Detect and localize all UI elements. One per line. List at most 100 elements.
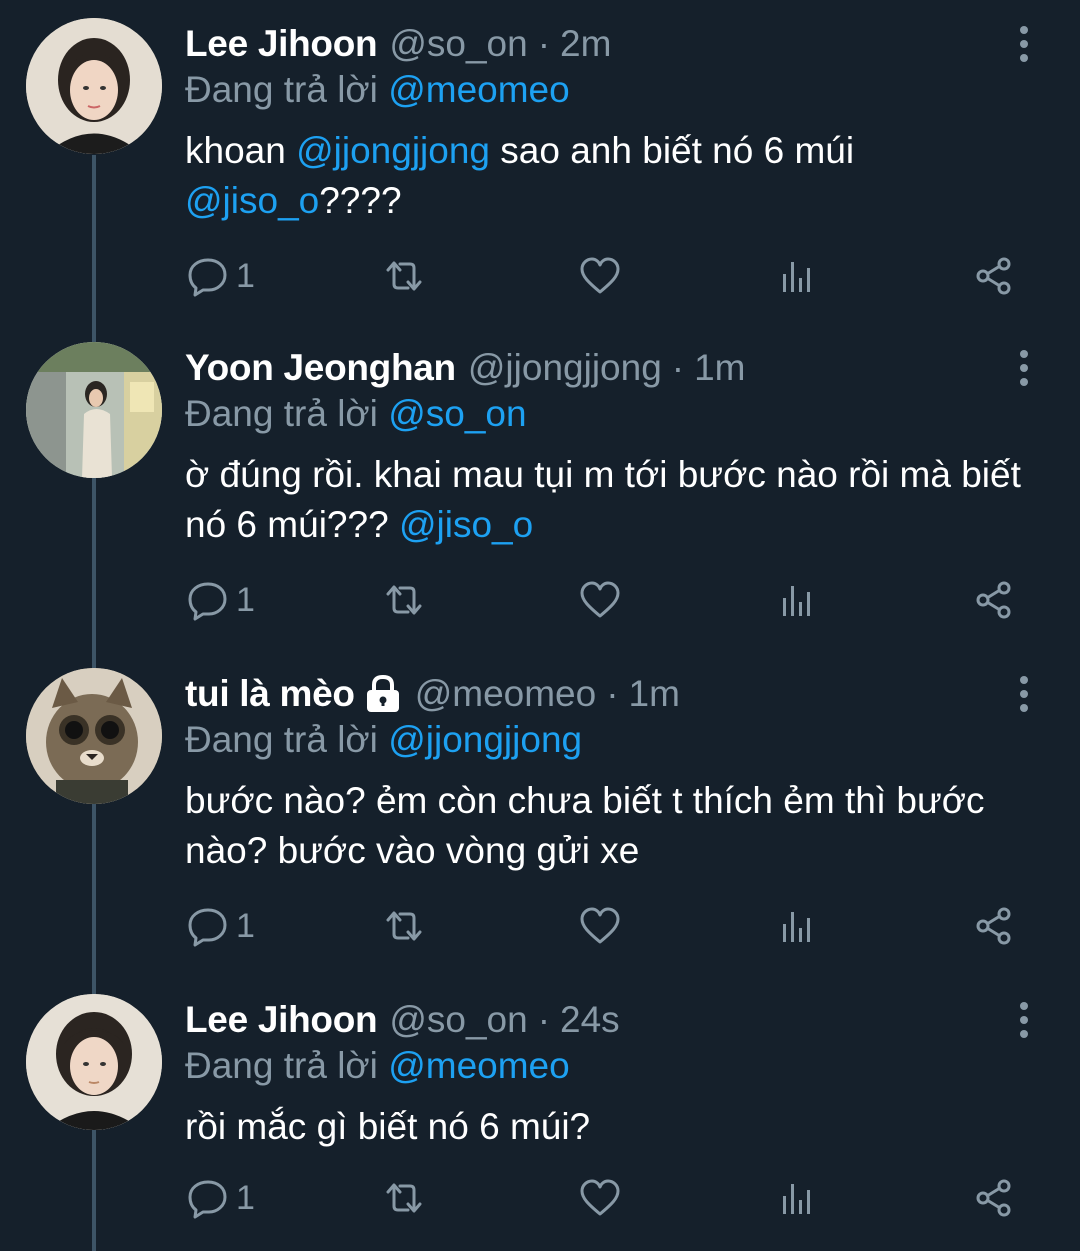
- share-button[interactable]: [972, 904, 1016, 948]
- action-bar: 1: [0, 904, 1080, 964]
- replying-to-mention[interactable]: @meomeo: [388, 1045, 570, 1086]
- timestamp[interactable]: 1m: [694, 342, 745, 394]
- analytics-icon: [783, 586, 810, 616]
- retweet-icon: [386, 1183, 422, 1213]
- share-button[interactable]: [972, 1176, 1016, 1220]
- separator: ·: [537, 23, 551, 64]
- tweet-text: rồi mắc gì biết nó 6 múi?: [185, 1102, 1055, 1152]
- handle[interactable]: @jjongjjong: [468, 342, 662, 394]
- share-button[interactable]: [972, 578, 1016, 622]
- tweet-header: Lee Jihoon @so_on · 2m: [185, 18, 611, 70]
- reply-count: 1: [236, 1178, 255, 1217]
- avatar[interactable]: [26, 994, 162, 1130]
- retweet-button[interactable]: [382, 1176, 426, 1220]
- analytics-button[interactable]: [774, 578, 818, 622]
- avatar-photo: [26, 342, 162, 478]
- replying-to: Đang trả lời @meomeo: [185, 1040, 570, 1092]
- tweet-text: khoan @jjongjjong sao anh biết nó 6 múi …: [185, 126, 1055, 226]
- retweet-button[interactable]: [382, 578, 426, 622]
- like-button[interactable]: [578, 254, 622, 298]
- reply-button[interactable]: 1: [186, 254, 255, 298]
- mention-link[interactable]: @jiso_o: [399, 504, 533, 545]
- replying-to-mention[interactable]: @so_on: [388, 393, 526, 434]
- display-name[interactable]: Yoon Jeonghan: [185, 342, 456, 394]
- reply-icon: [188, 908, 227, 947]
- replying-to-label: Đang trả lời: [185, 69, 378, 110]
- heart-icon: [580, 581, 620, 618]
- more-vertical-icon[interactable]: [1010, 348, 1038, 388]
- replying-to-mention[interactable]: @jjongjjong: [388, 719, 582, 760]
- analytics-icon: [783, 1184, 810, 1214]
- retweet-icon: [386, 911, 422, 941]
- avatar-photo: [26, 994, 162, 1130]
- share-icon: [976, 1179, 1011, 1217]
- like-button[interactable]: [578, 578, 622, 622]
- retweet-icon: [386, 585, 422, 615]
- lock-icon: [363, 674, 403, 714]
- reply-icon: [188, 582, 227, 621]
- display-name[interactable]: Lee Jihoon: [185, 994, 378, 1046]
- tweet-header: tui là mèo @meomeo · 1m: [185, 668, 680, 720]
- more-vertical-icon[interactable]: [1010, 1000, 1038, 1040]
- analytics-button[interactable]: [774, 1176, 818, 1220]
- display-name[interactable]: tui là mèo: [185, 668, 355, 720]
- replying-to: Đang trả lời @meomeo: [185, 64, 570, 116]
- handle[interactable]: @so_on: [389, 994, 527, 1046]
- reply-count: 1: [236, 256, 255, 295]
- display-name[interactable]: Lee Jihoon: [185, 18, 378, 70]
- like-button[interactable]: [578, 1176, 622, 1220]
- avatar[interactable]: [26, 18, 162, 154]
- avatar-photo: [26, 668, 162, 804]
- reply-button[interactable]: 1: [186, 578, 255, 622]
- action-bar: 1: [0, 254, 1080, 314]
- avatar-photo: [26, 18, 162, 154]
- share-icon: [976, 257, 1011, 295]
- separator: ·: [671, 347, 685, 388]
- timestamp[interactable]: 2m: [560, 18, 611, 70]
- handle[interactable]: @meomeo: [415, 668, 597, 720]
- replying-to-mention[interactable]: @meomeo: [388, 69, 570, 110]
- replying-to-label: Đang trả lời: [185, 719, 378, 760]
- more-vertical-icon[interactable]: [1010, 24, 1038, 64]
- reply-count: 1: [236, 580, 255, 619]
- handle[interactable]: @so_on: [389, 18, 527, 70]
- retweet-button[interactable]: [382, 904, 426, 948]
- share-button[interactable]: [972, 254, 1016, 298]
- separator: ·: [537, 999, 551, 1040]
- heart-icon: [580, 907, 620, 944]
- share-icon: [976, 581, 1011, 619]
- mention-link[interactable]: @jjongjjong: [296, 130, 490, 171]
- tweet-text-part: ????: [319, 180, 402, 221]
- separator: ·: [606, 673, 619, 714]
- tweet-header: Lee Jihoon @so_on · 24s: [185, 994, 620, 1046]
- timestamp[interactable]: 24s: [560, 994, 620, 1046]
- replying-to: Đang trả lời @so_on: [185, 388, 527, 440]
- reply-icon: [188, 258, 227, 297]
- analytics-button[interactable]: [774, 254, 818, 298]
- share-icon: [976, 907, 1011, 945]
- reply-icon: [188, 1180, 227, 1219]
- tweet-text: bước nào? ẻm còn chưa biết t thích ẻm th…: [185, 776, 1055, 876]
- retweet-icon: [386, 261, 422, 291]
- heart-icon: [580, 1179, 620, 1216]
- tweet-text: ờ đúng rồi. khai mau tụi m tới bước nào …: [185, 450, 1055, 550]
- tweet-text-part: bước nào? ẻm còn chưa biết t thích ẻm th…: [185, 780, 985, 871]
- analytics-icon: [783, 912, 810, 942]
- mention-link[interactable]: @jiso_o: [185, 180, 319, 221]
- tweet-text-part: ờ đúng rồi. khai mau tụi m tới bước nào …: [185, 454, 1021, 545]
- action-bar: 1: [0, 1176, 1080, 1236]
- analytics-button[interactable]: [774, 904, 818, 948]
- replying-to: Đang trả lời @jjongjjong: [185, 714, 582, 766]
- replying-to-label: Đang trả lời: [185, 1045, 378, 1086]
- reply-button[interactable]: 1: [186, 1176, 255, 1220]
- reply-button[interactable]: 1: [186, 904, 255, 948]
- timestamp[interactable]: 1m: [629, 668, 680, 720]
- like-button[interactable]: [578, 904, 622, 948]
- more-vertical-icon[interactable]: [1010, 674, 1038, 714]
- avatar[interactable]: [26, 668, 162, 804]
- retweet-button[interactable]: [382, 254, 426, 298]
- avatar[interactable]: [26, 342, 162, 478]
- tweet-text-part: khoan: [185, 130, 297, 171]
- tweet-text-part: rồi mắc gì biết nó 6 múi?: [185, 1106, 591, 1147]
- heart-icon: [580, 257, 620, 294]
